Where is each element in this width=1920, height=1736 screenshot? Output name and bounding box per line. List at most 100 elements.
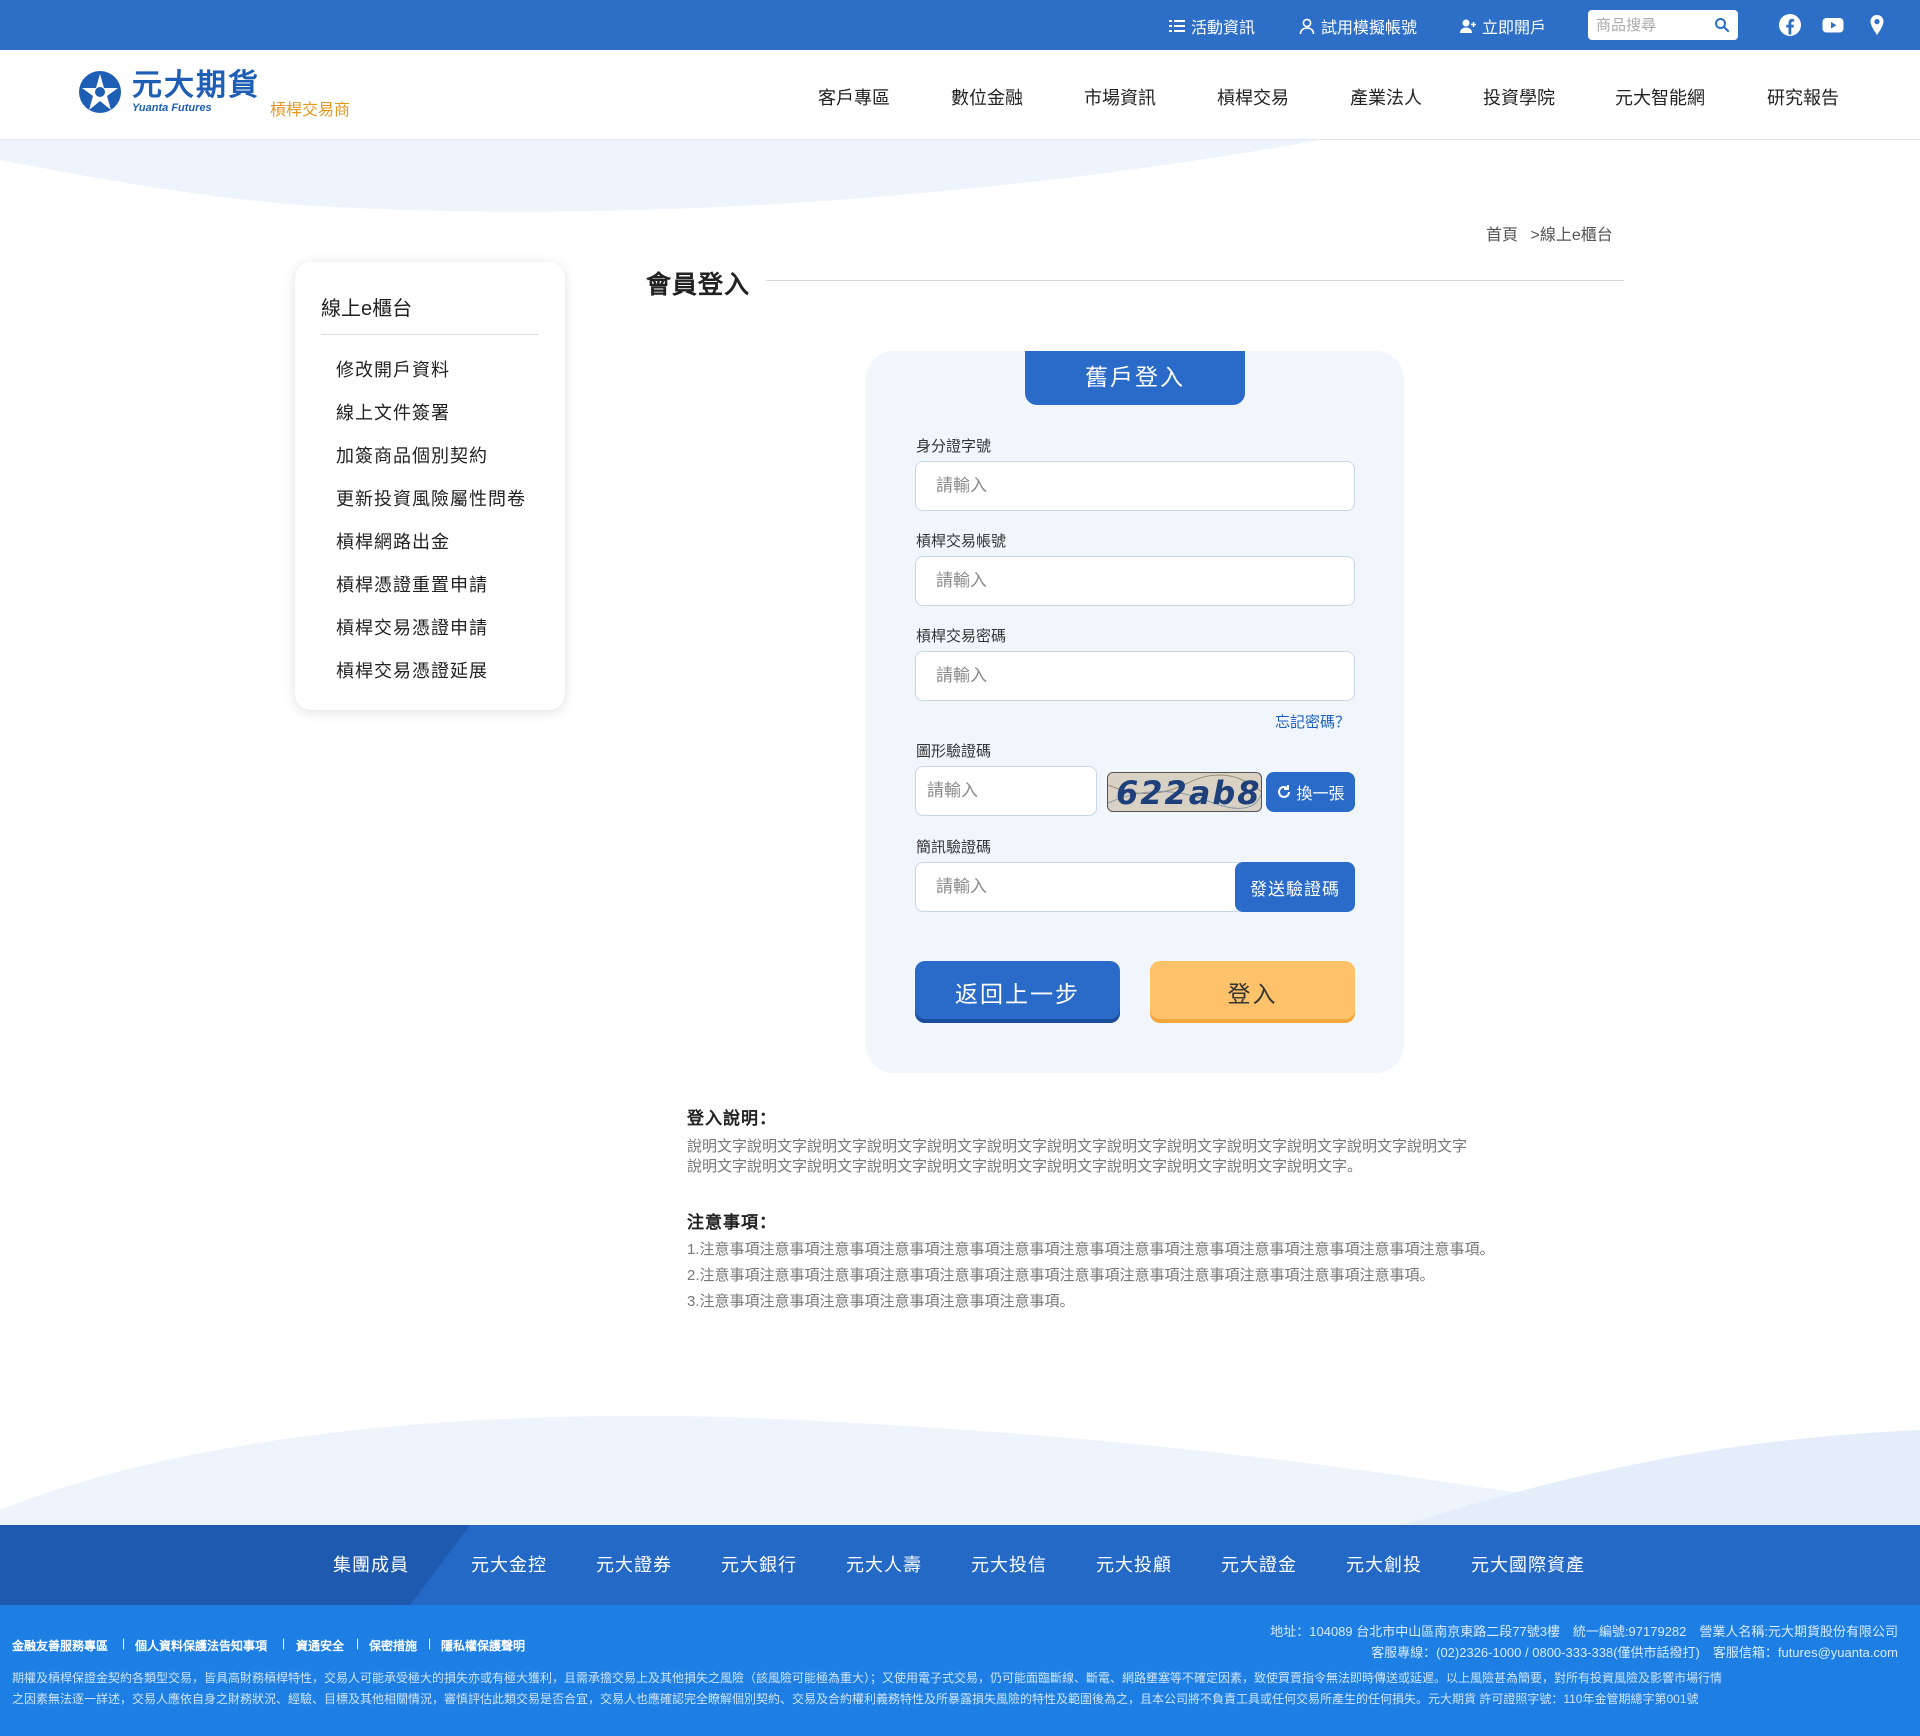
sms-code-input[interactable] xyxy=(915,862,1245,912)
group-members-title: 集團成員 xyxy=(333,1555,409,1575)
page-title: 會員登入 xyxy=(646,271,751,299)
nav-investment-academy[interactable]: 投資學院 xyxy=(1483,84,1555,110)
sidebar-item-product-contract[interactable]: 加簽商品個別契約 xyxy=(336,442,488,468)
group-link-yuanta-securities[interactable]: 元大證券 xyxy=(596,1551,672,1577)
id-number-label: 身分證字號 xyxy=(916,438,992,455)
breadcrumb-separator: > xyxy=(1530,227,1540,244)
sidebar-divider xyxy=(321,334,539,335)
demo-account-link[interactable]: 試用模擬帳號 xyxy=(1298,14,1417,38)
back-button[interactable]: 返回上一步 xyxy=(915,961,1120,1023)
title-divider xyxy=(766,280,1624,281)
logo-name: 元大期貨 xyxy=(132,69,260,102)
send-code-button[interactable]: 發送驗證碼 xyxy=(1235,862,1355,912)
breadcrumb-home[interactable]: 首頁 xyxy=(1486,227,1518,244)
login-instructions-heading: 登入說明： xyxy=(687,1109,777,1128)
caution-line: 2.注意事項注意事項注意事項注意事項注意事項注意事項注意事項注意事項注意事項注意… xyxy=(687,1267,1435,1284)
password-input[interactable] xyxy=(915,651,1355,701)
sidebar-item-cert-extend[interactable]: 槓桿交易憑證延展 xyxy=(336,657,488,683)
footer-link-privacy-notice[interactable]: 個人資料保護法告知事項 xyxy=(135,1637,267,1654)
login-instructions-line: 說明文字說明文字說明文字說明文字說明文字說明文字說明文字說明文字說明文字說明文字… xyxy=(687,1158,1363,1175)
youtube-icon[interactable] xyxy=(1821,13,1845,37)
search-icon[interactable] xyxy=(1714,17,1730,33)
footer-address: 地址：104089 台北市中山區南京東路二段77號3樓 統一編號:9717928… xyxy=(1270,1624,1898,1639)
sidebar-item-online-withdrawal[interactable]: 槓桿網路出金 xyxy=(336,528,450,554)
existing-customer-login-tab[interactable]: 舊戶登入 xyxy=(1025,351,1245,405)
logo-subtitle: 槓桿交易商 xyxy=(270,102,351,119)
refresh-icon xyxy=(1278,785,1291,798)
id-number-input[interactable] xyxy=(915,461,1355,511)
product-search xyxy=(1588,10,1738,40)
footer-contact: 客服專線：(02)2326-1000 / 0800-333-338(僅供市話撥打… xyxy=(1371,1645,1898,1660)
sidebar-item-cert-reset[interactable]: 槓桿憑證重置申請 xyxy=(336,571,488,597)
footer-separator: | xyxy=(122,1636,126,1650)
open-account-link-label: 立即開戶 xyxy=(1482,20,1547,37)
sidebar: 線上e櫃台 修改開戶資料 線上文件簽署 加簽商品個別契約 更新投資風險屬性問卷 … xyxy=(295,262,565,710)
nav-leverage-trading[interactable]: 槓桿交易 xyxy=(1217,84,1289,110)
refresh-captcha-label: 換一張 xyxy=(1296,786,1345,803)
open-account-link[interactable]: 立即開戶 xyxy=(1459,14,1546,38)
activity-link[interactable]: 活動資訊 xyxy=(1168,14,1255,38)
footer-link-friendly-service[interactable]: 金融友善服務專區 xyxy=(12,1637,108,1654)
login-button[interactable]: 登入 xyxy=(1150,961,1355,1023)
nav-institutional[interactable]: 產業法人 xyxy=(1350,84,1422,110)
group-link-yuanta-life[interactable]: 元大人壽 xyxy=(846,1551,922,1577)
site-footer: 金融友善服務專區 | 個人資料保護法告知事項 | 資通安全 | 保密措施 | 隱… xyxy=(0,1605,1920,1736)
nav-market-info[interactable]: 市場資訊 xyxy=(1084,84,1156,110)
account-input[interactable] xyxy=(915,556,1355,606)
group-link-yuanta-finance[interactable]: 元大證金 xyxy=(1221,1551,1297,1577)
logo[interactable]: 元大期貨 Yuanta Futures 槓桿交易商 xyxy=(78,70,350,120)
caution-line: 3.注意事項注意事項注意事項注意事項注意事項注意事項。 xyxy=(687,1293,1075,1310)
logo-english-name: Yuanta Futures xyxy=(132,102,212,114)
caution-heading: 注意事項： xyxy=(687,1213,777,1232)
captcha-input[interactable] xyxy=(915,766,1097,816)
demo-account-link-label: 試用模擬帳號 xyxy=(1321,20,1418,37)
facebook-icon[interactable] xyxy=(1778,13,1802,37)
sidebar-item-document-signing[interactable]: 線上文件簽署 xyxy=(336,399,450,425)
breadcrumb-current: 線上e櫃台 xyxy=(1539,227,1613,244)
group-link-yuanta-funds[interactable]: 元大投信 xyxy=(971,1551,1047,1577)
sms-code-label: 簡訊驗證碼 xyxy=(916,839,992,856)
user-plus-icon xyxy=(1460,19,1476,33)
group-link-yuanta-consulting[interactable]: 元大投顧 xyxy=(1096,1551,1172,1577)
group-members-bar: 集團成員 元大金控 元大證券 元大銀行 元大人壽 元大投信 元大投顧 元大證金 … xyxy=(0,1525,1920,1605)
search-input[interactable] xyxy=(1596,16,1708,34)
sidebar-item-modify-account[interactable]: 修改開戶資料 xyxy=(336,356,450,382)
footer-link-privacy-policy[interactable]: 隱私權保護聲明 xyxy=(441,1637,525,1654)
captcha-label: 圖形驗證碼 xyxy=(916,743,992,760)
footer-separator: | xyxy=(356,1636,360,1650)
nav-customer-zone[interactable]: 客戶專區 xyxy=(818,84,890,110)
refresh-captcha-button[interactable]: 換一張 xyxy=(1266,772,1355,812)
login-instructions-line: 說明文字說明文字說明文字說明文字說明文字說明文字說明文字說明文字說明文字說明文字… xyxy=(687,1138,1468,1155)
sidebar-item-cert-apply[interactable]: 槓桿交易憑證申請 xyxy=(336,614,488,640)
login-card: 舊戶登入 身分證字號 槓桿交易帳號 槓桿交易密碼 忘記密碼？ 圖形驗證碼 622… xyxy=(866,351,1404,1073)
decorative-wave-top xyxy=(0,140,1320,212)
nav-research-reports[interactable]: 研究報告 xyxy=(1767,84,1839,110)
nav-digital-finance[interactable]: 數位金融 xyxy=(951,84,1023,110)
group-link-yuanta-international[interactable]: 元大國際資產 xyxy=(1471,1551,1585,1577)
yuanta-logo-icon xyxy=(79,71,121,113)
sidebar-item-risk-questionnaire[interactable]: 更新投資風險屬性問卷 xyxy=(336,485,526,511)
logo-text: 元大期貨 Yuanta Futures xyxy=(132,69,260,115)
decorative-wave-bottom xyxy=(0,1415,1920,1526)
list-icon xyxy=(1169,20,1185,32)
group-link-yuanta-venture[interactable]: 元大創投 xyxy=(1346,1551,1422,1577)
user-icon xyxy=(1299,18,1315,35)
caution-line: 1.注意事項注意事項注意事項注意事項注意事項注意事項注意事項注意事項注意事項注意… xyxy=(687,1241,1495,1258)
footer-disclaimer-line: 期權及槓桿保證金契約各類型交易，皆具高財務槓桿特性，交易人可能承受極大的損失亦或… xyxy=(12,1671,1723,1685)
captcha-text: 622ab8 xyxy=(1116,774,1262,812)
site-header: 元大期貨 Yuanta Futures 槓桿交易商 客戶專區 數位金融 市場資訊… xyxy=(0,50,1920,140)
forgot-password-link[interactable]: 忘記密碼？ xyxy=(1275,711,1350,732)
footer-link-confidentiality[interactable]: 保密措施 xyxy=(369,1637,417,1654)
footer-separator: | xyxy=(282,1636,286,1650)
account-label: 槓桿交易帳號 xyxy=(916,533,1007,550)
breadcrumb: 首頁 >線上e櫃台 xyxy=(1486,221,1613,245)
activity-link-label: 活動資訊 xyxy=(1191,20,1256,37)
top-bar: 活動資訊 試用模擬帳號 立即開戶 xyxy=(0,0,1920,50)
nav-smart-network[interactable]: 元大智能網 xyxy=(1615,84,1705,110)
map-pin-icon[interactable] xyxy=(1865,13,1889,37)
footer-link-cybersecurity[interactable]: 資通安全 xyxy=(296,1637,344,1654)
captcha-image: 622ab8 xyxy=(1107,772,1262,812)
group-link-yuanta-bank[interactable]: 元大銀行 xyxy=(721,1551,797,1577)
group-link-yuanta-fhc[interactable]: 元大金控 xyxy=(471,1551,547,1577)
sidebar-title: 線上e櫃台 xyxy=(321,298,413,320)
